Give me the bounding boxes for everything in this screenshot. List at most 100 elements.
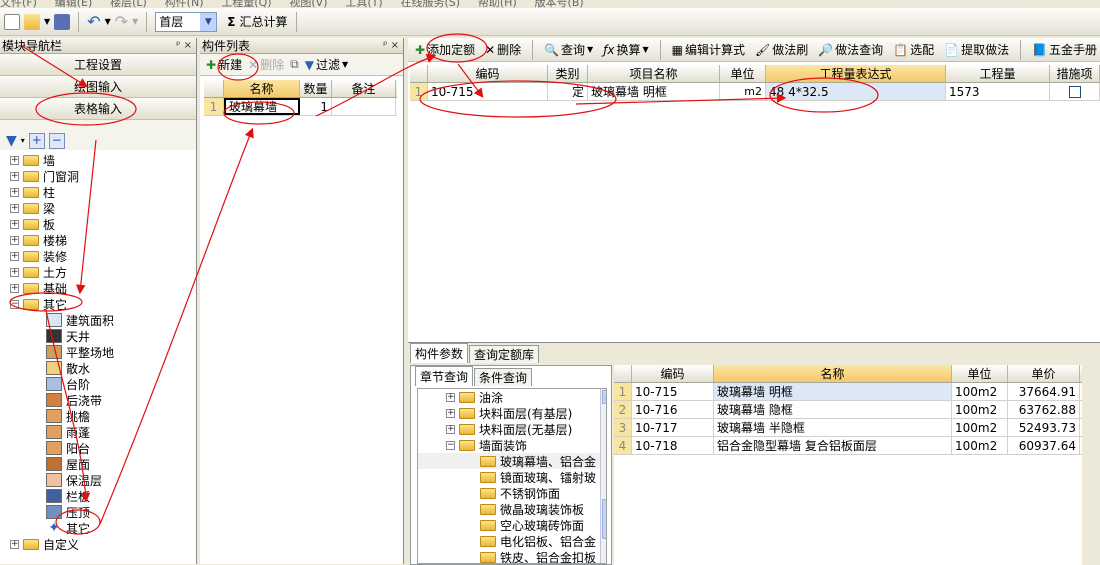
tree-leaf-insulation[interactable]: 保温层 <box>0 472 196 488</box>
lib-code-header[interactable]: 编码 <box>632 365 714 382</box>
table-row[interactable]: 4 10-718 铝合金隐型幕墙 复合铝板面层 100m2 60937.64 <box>614 437 1082 455</box>
tree-item-wall[interactable]: + 墙 <box>0 152 196 168</box>
expand-icon[interactable]: + <box>446 424 455 434</box>
component-qty-cell[interactable]: 1 <box>300 98 332 115</box>
tree-item-foundation[interactable]: + 基础 <box>0 280 196 296</box>
method-query-button[interactable]: 🔎 做法查询 <box>815 41 886 58</box>
drawing-input-button[interactable]: 绘图输入 <box>0 76 196 98</box>
chevron-down-icon[interactable]: ▼ <box>200 12 217 31</box>
tab-query-quota-lib[interactable]: 查询定额库 <box>469 345 540 363</box>
code-header[interactable]: 编码 <box>428 65 548 82</box>
item-name-header[interactable]: 项目名称 <box>588 65 720 82</box>
chapter-item[interactable]: 铁皮、铝合金扣板 <box>418 549 606 563</box>
lib-unit-cell[interactable]: 100m2 <box>952 437 1008 454</box>
extract-method-button[interactable]: 📄 提取做法 <box>941 41 1012 58</box>
chapter-item[interactable]: 不锈钢饰面 <box>418 485 606 501</box>
category-cell[interactable]: 定 <box>548 83 588 100</box>
expand-icon[interactable]: + <box>10 171 19 181</box>
expression-cell[interactable]: 48 4*32.5 <box>766 83 946 100</box>
collapse-all-icon[interactable]: − <box>48 132 65 149</box>
tree-item-earthwork[interactable]: + 土方 <box>0 264 196 280</box>
tree-leaf-apron[interactable]: 散水 <box>0 360 196 376</box>
measure-cell[interactable] <box>1050 83 1100 100</box>
quantity-cell[interactable]: 1573 <box>946 83 1050 100</box>
select-button[interactable]: 📋 选配 <box>890 41 937 58</box>
lib-unit-cell[interactable]: 100m2 <box>952 419 1008 436</box>
chevron-down-icon[interactable]: ▼ <box>105 17 111 26</box>
tree-item-decoration[interactable]: + 装修 <box>0 248 196 264</box>
lib-code-cell[interactable]: 10-718 <box>632 437 714 454</box>
menu-tools[interactable]: 工具(T) <box>345 0 382 8</box>
expand-icon[interactable]: + <box>446 408 455 418</box>
chapter-item[interactable]: 空心玻璃砖饰面 <box>418 517 606 533</box>
table-row[interactable]: 1 10-715 定 玻璃幕墙 明框 m2 48 4*32.5 1573 <box>410 83 1100 101</box>
table-row[interactable]: 1 玻璃幕墙 1 <box>204 98 397 116</box>
save-icon[interactable] <box>54 13 71 30</box>
lib-code-cell[interactable]: 10-717 <box>632 419 714 436</box>
component-note-cell[interactable] <box>332 98 396 115</box>
tree-item-slab[interactable]: + 板 <box>0 216 196 232</box>
tree-leaf-post-pour-strip[interactable]: 后浇带 <box>0 392 196 408</box>
undo-icon[interactable]: ↶ <box>87 12 100 31</box>
tree-leaf-steps[interactable]: 台阶 <box>0 376 196 392</box>
table-row[interactable]: 2 10-716 玻璃幕墙 隐框 100m2 63762.88 <box>614 401 1082 419</box>
quantity-header[interactable]: 工程量 <box>946 65 1050 82</box>
chapter-scrollbar[interactable]: ▲ <box>600 389 606 563</box>
query-button[interactable]: 🔍 查询 ▼ <box>541 41 596 58</box>
unit-header[interactable]: 单位 <box>720 65 766 82</box>
add-quota-button[interactable]: ✚ 添加定额 <box>412 41 478 58</box>
expand-icon[interactable]: + <box>10 251 19 261</box>
lib-name-cell[interactable]: 玻璃幕墙 半隐框 <box>714 419 952 436</box>
tree-leaf-cornice[interactable]: 挑檐 <box>0 408 196 424</box>
category-header[interactable]: 类别 <box>548 65 588 82</box>
lib-code-cell[interactable]: 10-715 <box>632 383 714 400</box>
tree-item-custom[interactable]: + 自定义 <box>0 536 196 552</box>
lib-price-cell[interactable]: 52493.73 <box>1008 419 1080 436</box>
new-file-icon[interactable] <box>4 13 20 30</box>
menu-floor[interactable]: 楼层(L) <box>110 0 147 8</box>
scroll-thumb[interactable] <box>602 499 606 539</box>
tree-item-door-window[interactable]: + 门窗洞 <box>0 168 196 184</box>
menu-help[interactable]: 帮助(H) <box>478 0 517 8</box>
collapse-icon[interactable]: − <box>10 299 19 309</box>
scroll-up-icon[interactable]: ▲ <box>602 390 606 404</box>
tree-item-beam[interactable]: + 梁 <box>0 200 196 216</box>
menu-component[interactable]: 构件(N) <box>165 0 204 8</box>
lib-unit-cell[interactable]: 100m2 <box>952 383 1008 400</box>
menu-version[interactable]: 版本号(B) <box>535 0 584 8</box>
chapter-item[interactable]: 镜面玻璃、镭射玻 <box>418 469 606 485</box>
filter-button[interactable]: ▼ 过滤 ▼ <box>305 56 348 73</box>
tree-leaf-site-leveling[interactable]: 平整场地 <box>0 344 196 360</box>
lib-unit-cell[interactable]: 100m2 <box>952 401 1008 418</box>
new-button[interactable]: ✚ 新建 <box>206 56 242 73</box>
expand-icon[interactable]: + <box>10 539 19 549</box>
tab-chapter-query[interactable]: 章节查询 <box>415 366 474 386</box>
expand-icon[interactable]: + <box>10 155 19 165</box>
item-name-cell[interactable]: 玻璃幕墙 明框 <box>588 83 720 100</box>
lib-code-cell[interactable]: 10-716 <box>632 401 714 418</box>
menu-online[interactable]: 在线服务(S) <box>400 0 460 8</box>
expand-icon[interactable]: + <box>10 283 19 293</box>
menu-quantity[interactable]: 工程量(Q) <box>221 0 271 8</box>
lib-name-header[interactable]: 名称 <box>714 365 952 382</box>
copy-icon[interactable]: ⧉ <box>290 57 299 72</box>
menu-file[interactable]: 文件(F) <box>0 0 37 8</box>
table-row[interactable]: 1 10-715 玻璃幕墙 明框 100m2 37664.91 <box>614 383 1082 401</box>
expand-icon[interactable]: + <box>10 187 19 197</box>
edit-formula-button[interactable]: ▦ 编辑计算式 <box>669 41 748 58</box>
tree-leaf-coping[interactable]: 压顶 <box>0 504 196 520</box>
measure-checkbox[interactable] <box>1068 85 1081 98</box>
table-input-button[interactable]: 表格输入 <box>0 98 196 120</box>
hardware-manual-button[interactable]: 📘 五金手册 <box>1029 41 1100 58</box>
tab-component-params[interactable]: 构件参数 <box>410 343 469 363</box>
component-name-cell[interactable]: 玻璃幕墙 <box>224 98 300 115</box>
table-row[interactable]: 3 10-717 玻璃幕墙 半隐框 100m2 52493.73 <box>614 419 1082 437</box>
menu-view[interactable]: 视图(V) <box>289 0 327 8</box>
unit-cell[interactable]: m2 <box>720 83 766 100</box>
code-cell[interactable]: 10-715 <box>428 83 548 100</box>
menu-edit[interactable]: 编辑(E) <box>55 0 93 8</box>
tab-condition-query[interactable]: 条件查询 <box>474 368 533 386</box>
tree-leaf-canopy[interactable]: 雨蓬 <box>0 424 196 440</box>
tree-item-other[interactable]: − 其它 <box>0 296 196 312</box>
name-header[interactable]: 名称 <box>224 80 300 97</box>
